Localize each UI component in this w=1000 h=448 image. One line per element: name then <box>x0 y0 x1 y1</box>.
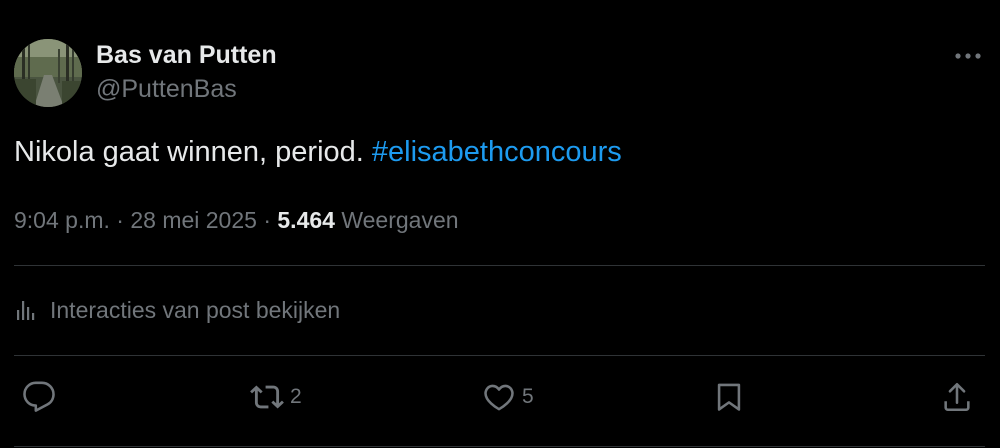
author-handle[interactable]: @PuttenBas <box>96 74 237 104</box>
post-time[interactable]: 9:04 p.m. <box>14 207 110 233</box>
post-meta: 9:04 p.m. · 28 mei 2025 · 5.464 Weergave… <box>14 205 459 235</box>
retweet-button[interactable]: 2 <box>250 377 302 417</box>
like-button[interactable]: 5 <box>482 377 534 417</box>
tweet: Bas van Putten @PuttenBas Nikola gaat wi… <box>0 0 1000 448</box>
post-text: Nikola gaat winnen, period. #elisabethco… <box>14 134 622 170</box>
bookmark-icon <box>712 380 746 414</box>
post-body: Nikola gaat winnen, period. <box>14 136 372 168</box>
bookmark-button[interactable] <box>712 377 746 417</box>
retweet-icon <box>250 380 284 414</box>
divider <box>14 265 985 266</box>
post-date[interactable]: 28 mei 2025 <box>130 207 257 233</box>
divider <box>14 446 985 447</box>
more-options-button[interactable] <box>948 38 988 74</box>
views-count: 5.464 <box>277 207 335 233</box>
interactions-label: Interacties van post bekijken <box>50 296 341 323</box>
more-icon <box>955 53 981 59</box>
view-post-interactions-link[interactable]: Interacties van post bekijken <box>14 294 340 326</box>
retweet-count: 2 <box>290 385 302 408</box>
share-icon <box>940 380 974 414</box>
divider <box>14 355 985 356</box>
meta-separator: · <box>256 207 278 233</box>
like-icon <box>482 380 516 414</box>
reply-icon <box>22 380 56 414</box>
views-label: Weergaven <box>341 207 459 233</box>
author-name[interactable]: Bas van Putten <box>96 40 277 70</box>
hashtag-link[interactable]: #elisabethconcours <box>372 136 622 168</box>
share-button[interactable] <box>940 377 974 417</box>
like-count: 5 <box>522 385 534 408</box>
meta-separator: · <box>109 207 131 233</box>
analytics-icon <box>14 298 38 322</box>
reply-button[interactable] <box>22 377 62 417</box>
avatar[interactable] <box>14 39 82 107</box>
